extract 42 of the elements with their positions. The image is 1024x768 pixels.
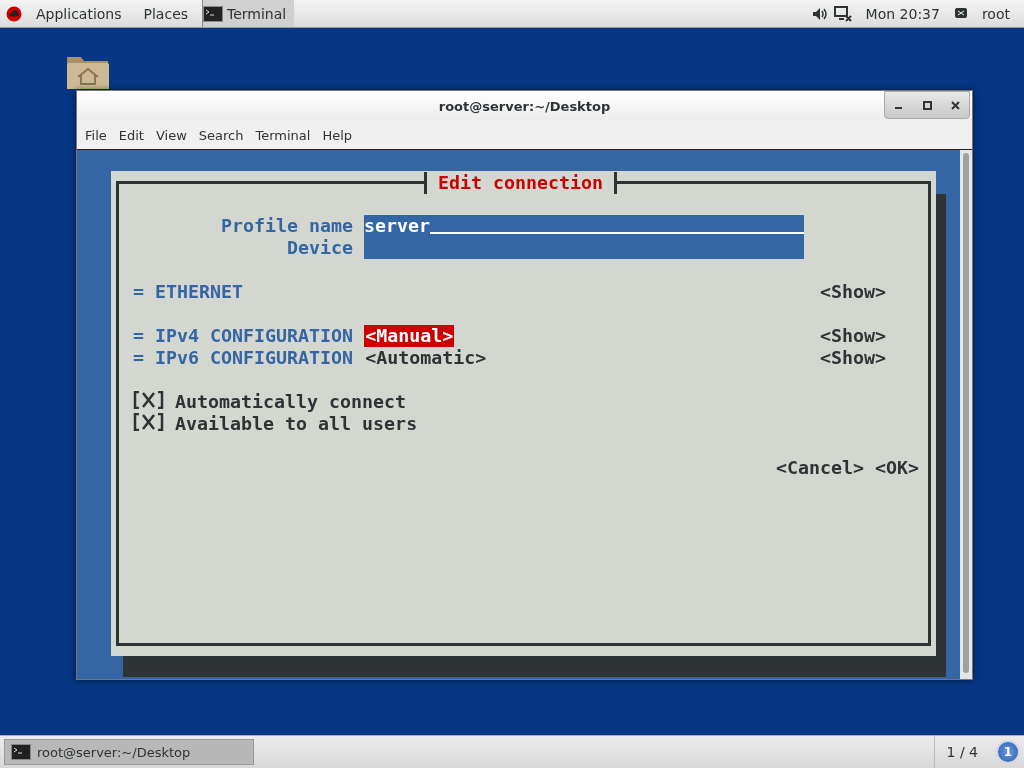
menu-item[interactable]: Search <box>192 127 250 143</box>
show-button[interactable]: <Show> <box>819 347 886 369</box>
text-field[interactable] <box>364 237 804 259</box>
terminal-icon[interactable] <box>11 744 31 760</box>
menu-item[interactable]: File <box>79 127 113 143</box>
maximize-icon <box>922 100 932 110</box>
menu-item[interactable]: Edit <box>112 127 150 143</box>
places-menu[interactable]: Places <box>135 5 197 22</box>
mode-selector[interactable]: <Automatic> <box>364 347 488 369</box>
user-menu[interactable]: root <box>973 5 1018 22</box>
checkbox[interactable] <box>133 391 164 409</box>
terminal-icon[interactable] <box>203 5 224 22</box>
checkbox-label: Automatically connect <box>175 391 407 413</box>
workspace-pager[interactable]: 1 / 4 <box>933 736 990 768</box>
taskbar-window-button[interactable]: root@server:~/Desktop <box>4 739 254 765</box>
user-icon <box>953 6 968 21</box>
section-heading: = IPv4 CONFIGURATION <box>133 325 354 347</box>
field-label: Device <box>285 237 353 259</box>
checkbox-label: Available to all users <box>175 413 418 435</box>
applications-menu[interactable]: Applications <box>28 5 130 22</box>
window-title: root@server:~/Desktop <box>438 98 611 114</box>
checkbox[interactable] <box>133 413 164 431</box>
text-field[interactable]: server <box>364 215 804 237</box>
dialog-button[interactable]: <OK> <box>874 457 919 479</box>
section-heading: = IPv6 CONFIGURATION <box>133 347 354 369</box>
show-button[interactable]: <Show> <box>819 281 886 303</box>
hat-logo-icon <box>6 5 22 22</box>
volume-icon[interactable] <box>811 6 828 21</box>
menu-item[interactable]: View <box>149 127 193 143</box>
field-label: Profile name <box>219 215 353 237</box>
section-heading: = ETHERNET <box>133 281 244 303</box>
dialog-title: Edit connection <box>424 172 618 194</box>
show-button[interactable]: <Show> <box>819 325 886 347</box>
active-app-menu[interactable]: Terminal <box>202 0 295 27</box>
menu-item[interactable]: Help <box>316 127 359 143</box>
menu-item[interactable]: Terminal <box>249 127 317 143</box>
clock[interactable]: Mon 20:37 <box>857 5 948 22</box>
dialog-button[interactable]: <Cancel> <box>775 457 864 479</box>
mode-selector[interactable]: <Manual> <box>364 325 455 347</box>
close-icon <box>950 100 960 110</box>
network-icon[interactable] <box>833 5 852 22</box>
scrollbar[interactable] <box>960 150 972 679</box>
